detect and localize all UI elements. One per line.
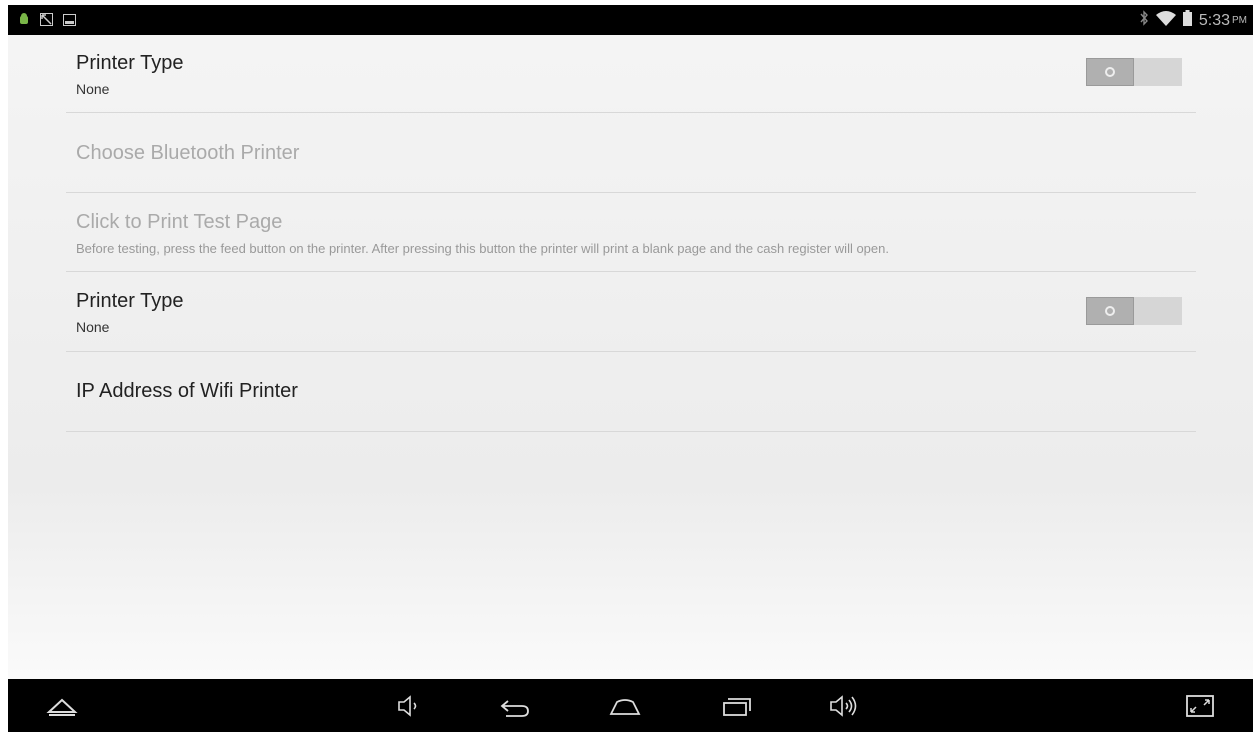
clock: 5:33 bbox=[1198, 11, 1230, 29]
recents-icon[interactable] bbox=[719, 692, 753, 720]
back-icon[interactable] bbox=[498, 692, 532, 720]
status-bar: 5:33 PM bbox=[8, 5, 1253, 35]
pref-title: Printer Type bbox=[76, 52, 184, 74]
settings-list: Printer Type None Choose Bluetooth Print… bbox=[8, 35, 1253, 679]
toggle-thumb bbox=[1086, 58, 1134, 86]
pref-summary: None bbox=[76, 319, 110, 335]
clock-ampm: PM bbox=[1232, 15, 1247, 26]
printer-type-toggle[interactable] bbox=[1086, 58, 1182, 86]
toggle-off-icon bbox=[1105, 306, 1115, 316]
volume-down-icon[interactable] bbox=[391, 692, 425, 720]
toggle-off-icon bbox=[1105, 67, 1115, 77]
pref-print-test-page[interactable]: Click to Print Test Page Before testing,… bbox=[66, 193, 1196, 272]
device-screen: 5:33 PM Printer Type None Choose Bluetoo… bbox=[8, 5, 1253, 732]
pref-title: IP Address of Wifi Printer bbox=[76, 380, 298, 402]
pref-title: Printer Type bbox=[76, 290, 184, 312]
pref-wifi-printer-ip[interactable]: IP Address of Wifi Printer bbox=[66, 352, 1196, 432]
gallery-icon bbox=[63, 13, 76, 31]
volume-up-icon[interactable] bbox=[826, 692, 860, 720]
hide-nav-icon[interactable] bbox=[45, 692, 79, 720]
pref-printer-type-1[interactable]: Printer Type None bbox=[66, 35, 1196, 113]
pref-summary: None bbox=[76, 81, 110, 97]
pref-title: Click to Print Test Page bbox=[76, 211, 283, 233]
pref-title: Choose Bluetooth Printer bbox=[76, 142, 300, 164]
navigation-bar bbox=[8, 679, 1253, 732]
printer-type-toggle[interactable] bbox=[1086, 297, 1182, 325]
notification-icons bbox=[18, 12, 76, 31]
pref-printer-type-2[interactable]: Printer Type None bbox=[66, 272, 1196, 352]
home-icon[interactable] bbox=[608, 692, 642, 720]
pref-choose-bluetooth-printer[interactable]: Choose Bluetooth Printer bbox=[66, 113, 1196, 193]
pref-summary: Before testing, press the feed button on… bbox=[76, 241, 889, 256]
system-status: 5:33 PM bbox=[1139, 10, 1247, 31]
bluetooth-icon bbox=[1139, 10, 1149, 31]
wifi-icon bbox=[1155, 10, 1176, 31]
battery-icon bbox=[1182, 10, 1192, 31]
toggle-thumb bbox=[1086, 297, 1134, 325]
screenshot-icon bbox=[40, 12, 53, 31]
android-debug-icon bbox=[18, 12, 30, 31]
screenshot-resize-icon[interactable] bbox=[1183, 692, 1217, 720]
